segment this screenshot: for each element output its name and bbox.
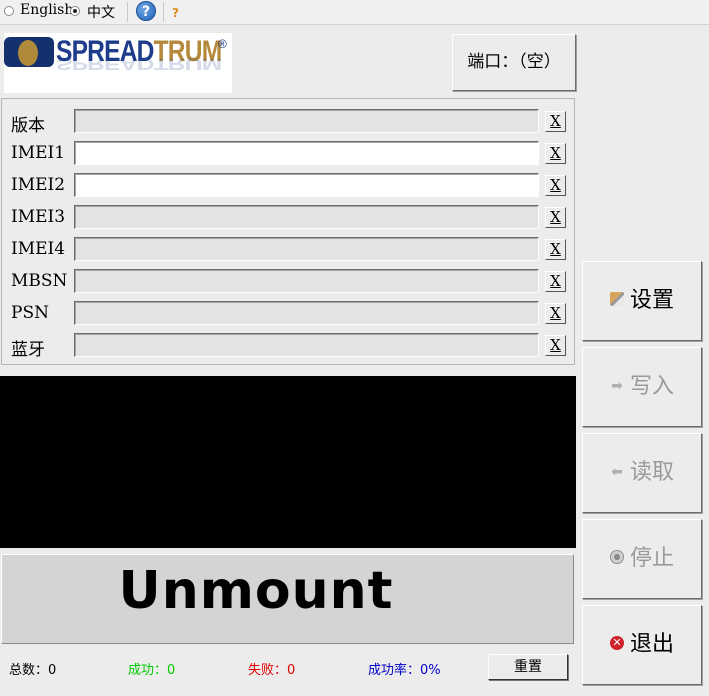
clear-imei3-button[interactable]: X — [545, 207, 566, 228]
clear-mbsn-button[interactable]: X — [545, 271, 566, 292]
logo-reflection-part2: TRUM — [153, 54, 222, 73]
clear-psn-button[interactable]: X — [545, 303, 566, 324]
exit-label: 退出 — [629, 632, 674, 657]
imei2-field[interactable] — [74, 173, 539, 197]
settings-button[interactable]: 设置 — [582, 261, 702, 341]
settings-icon — [609, 292, 624, 306]
logo-reflection-part1: SPREAD — [56, 54, 154, 73]
stop-icon — [609, 550, 624, 564]
arrow-left-icon: ⬅ — [611, 464, 623, 480]
chinese-label[interactable]: 中文 — [87, 2, 115, 22]
field-row-imei2: IMEI2 X — [2, 172, 574, 198]
failure-count: 失败：0 — [248, 663, 296, 678]
field-row-mbsn: MBSN X — [2, 268, 574, 294]
exit-button[interactable]: ✕ 退出 — [582, 605, 702, 685]
version-field[interactable] — [74, 109, 539, 133]
field-label: MBSN — [11, 271, 68, 291]
status-text: Unmount — [118, 561, 394, 621]
field-row-imei1: IMEI1 X — [2, 140, 574, 166]
reset-button[interactable]: 重置 — [488, 654, 568, 680]
registered-mark: ® — [218, 37, 227, 51]
field-label: IMEI1 — [11, 143, 66, 163]
imei1-field[interactable] — [74, 141, 539, 165]
field-row-imei4: IMEI4 X — [2, 236, 574, 262]
toolbar: English 中文 ? ? — [0, 0, 709, 25]
field-label: IMEI2 — [11, 175, 66, 195]
read-label: 读取 — [629, 460, 674, 485]
field-label: PSN — [11, 303, 49, 323]
success-count: 成功：0 — [128, 663, 176, 678]
psn-field[interactable] — [74, 301, 539, 325]
field-row-bluetooth: 蓝牙 X — [2, 332, 574, 360]
field-label: IMEI4 — [11, 239, 66, 259]
toolbar-separator — [127, 2, 128, 22]
imei3-field[interactable] — [74, 205, 539, 229]
total-count: 总数：0 — [9, 663, 57, 678]
bluetooth-field[interactable] — [74, 333, 539, 357]
field-row-version: 版本 X — [2, 108, 574, 136]
status-panel: Unmount — [1, 554, 574, 644]
clear-version-button[interactable]: X — [545, 111, 566, 132]
mbsn-field[interactable] — [74, 269, 539, 293]
log-output[interactable] — [0, 376, 576, 548]
help-icon[interactable]: ? — [136, 1, 156, 21]
field-label: 蓝牙 — [11, 340, 45, 360]
logo-mark-icon — [4, 37, 54, 67]
clear-bluetooth-button[interactable]: X — [545, 335, 566, 356]
field-label: IMEI3 — [11, 207, 66, 227]
english-radio[interactable] — [4, 6, 14, 16]
write-label: 写入 — [629, 374, 674, 399]
exit-icon: ✕ — [609, 636, 624, 650]
imei4-field[interactable] — [74, 237, 539, 261]
whatsthis-glyph: ? — [172, 6, 179, 20]
whatsthis-icon[interactable]: ? — [172, 2, 192, 22]
english-label[interactable]: English — [20, 2, 73, 18]
clear-imei4-button[interactable]: X — [545, 239, 566, 260]
spreadtrum-logo: SPREADTRUM SPREADTRUM ® — [4, 33, 232, 93]
toolbar-separator — [163, 2, 164, 22]
field-row-psn: PSN X — [2, 300, 574, 326]
stats-bar: 总数：0 成功：0 失败：0 成功率：0% 重置 — [0, 650, 576, 686]
field-row-imei3: IMEI3 X — [2, 204, 574, 230]
fields-panel: 版本 X IMEI1 X IMEI2 X IMEI3 X IMEI4 X MBS… — [1, 98, 575, 365]
chinese-radio[interactable] — [70, 6, 80, 16]
clear-imei1-button[interactable]: X — [545, 143, 566, 164]
read-button[interactable]: ⬅ 读取 — [582, 433, 702, 513]
stop-label: 停止 — [629, 546, 674, 571]
clear-imei2-button[interactable]: X — [545, 175, 566, 196]
stop-button[interactable]: 停止 — [582, 519, 702, 599]
arrow-right-icon: ➡ — [611, 378, 623, 394]
write-button[interactable]: ➡ 写入 — [582, 347, 702, 427]
field-label: 版本 — [11, 116, 45, 136]
port-button[interactable]: 端口：（空） — [452, 34, 576, 91]
success-rate: 成功率：0% — [368, 663, 441, 678]
logo-reflection: SPREADTRUM — [56, 54, 221, 73]
settings-label: 设置 — [629, 288, 674, 313]
